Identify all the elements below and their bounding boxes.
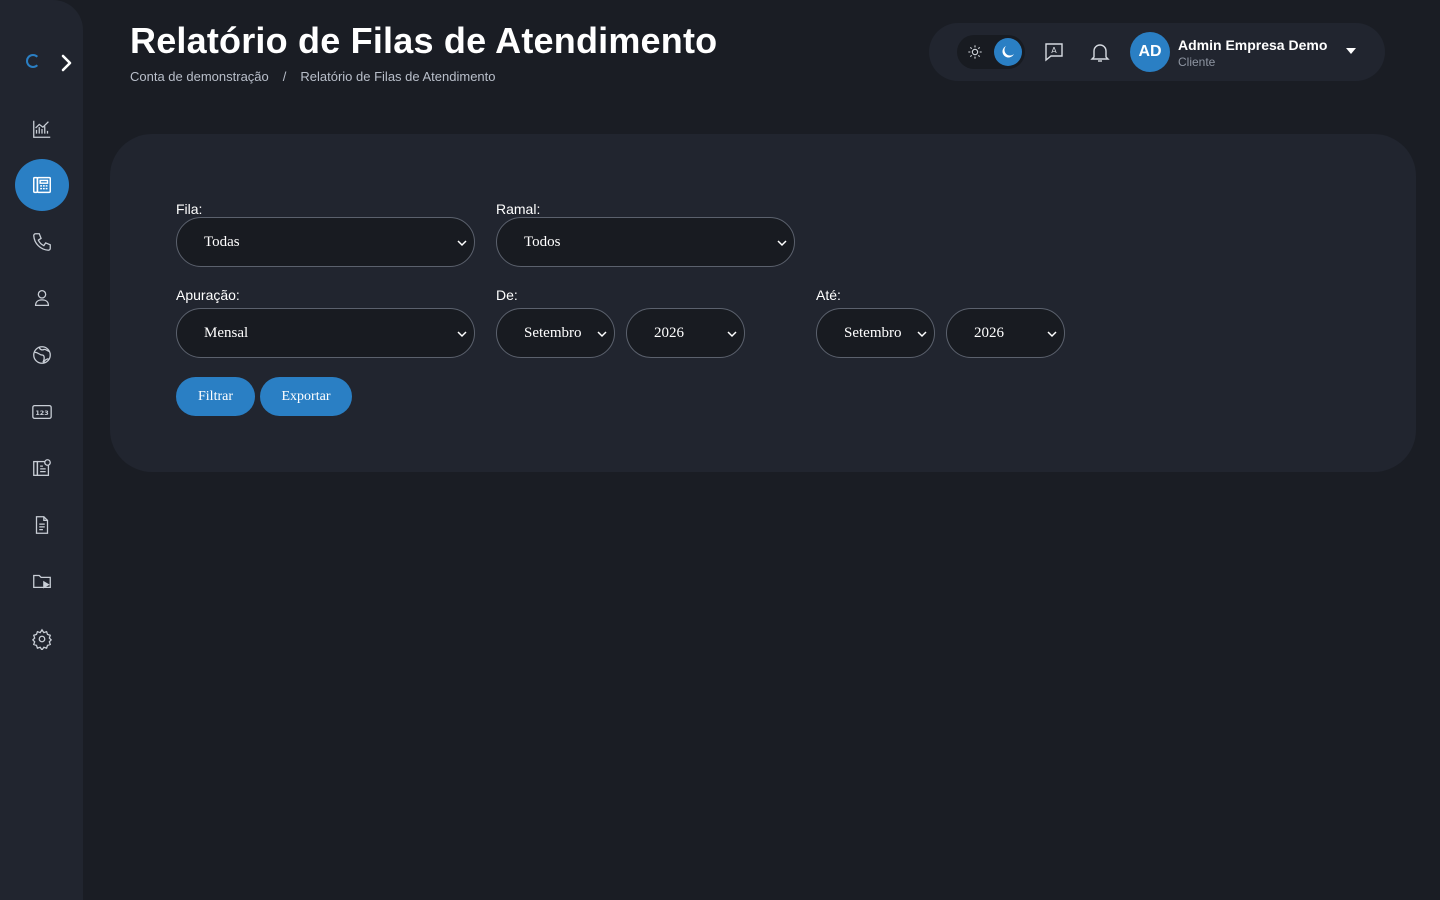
ate-month-value: Setembro	[844, 324, 902, 341]
apuracao-select[interactable]: Mensal	[176, 308, 475, 358]
theme-toggle[interactable]	[957, 35, 1025, 69]
breadcrumb-current: Relatório de Filas de Atendimento	[300, 69, 496, 84]
ramal-value: Todos	[524, 233, 561, 250]
sun-icon	[968, 45, 982, 59]
sidebar-item-users[interactable]	[15, 272, 69, 324]
sidebar-item-documents[interactable]	[15, 499, 69, 551]
user-menu-caret-icon[interactable]	[1346, 48, 1356, 54]
chevron-down-icon	[457, 331, 467, 338]
sidebar-item-numbers[interactable]: 123	[15, 386, 69, 438]
de-month-value: Setembro	[524, 324, 582, 341]
sidebar-item-recordings[interactable]	[15, 555, 69, 607]
chevron-down-icon	[777, 240, 787, 247]
chevron-down-icon	[597, 331, 607, 338]
gear-icon	[31, 628, 53, 650]
apuracao-label: Apuração:	[176, 287, 240, 303]
ate-year-value: 2026	[974, 324, 1004, 341]
chevron-down-icon	[727, 331, 737, 338]
de-year-value: 2026	[654, 324, 684, 341]
phone-icon	[33, 233, 51, 251]
fila-value: Todas	[204, 233, 240, 250]
page-title: Relatório de Filas de Atendimento	[130, 20, 718, 61]
chevron-down-icon	[457, 240, 467, 247]
filter-button[interactable]: Filtrar	[176, 377, 255, 416]
moon-icon	[1002, 46, 1014, 58]
svg-text:A: A	[1051, 46, 1057, 55]
globe-icon	[33, 346, 51, 364]
de-month-select[interactable]: Setembro	[496, 308, 615, 358]
filter-card: Fila: Todas Ramal: Todos Apuração: Mensa…	[110, 134, 1416, 472]
avatar[interactable]: AD	[1130, 32, 1170, 72]
ate-year-select[interactable]: 2026	[946, 308, 1065, 358]
logo-icon	[26, 54, 40, 68]
bell-icon[interactable]	[1088, 40, 1112, 64]
chevron-down-icon	[917, 331, 927, 338]
sidebar: 123	[0, 0, 83, 900]
user-icon	[34, 290, 50, 306]
ate-label: Até:	[816, 287, 841, 303]
expand-sidebar-icon[interactable]	[60, 54, 74, 72]
fila-select[interactable]: Todas	[176, 217, 475, 267]
folder-play-icon	[33, 574, 51, 589]
sidebar-item-calls[interactable]	[15, 216, 69, 268]
sidebar-item-settings[interactable]	[15, 613, 69, 665]
chat-icon[interactable]: A	[1042, 40, 1066, 64]
sidebar-item-settings-book[interactable]	[15, 442, 69, 494]
ate-month-select[interactable]: Setembro	[816, 308, 935, 358]
user-role: Cliente	[1178, 55, 1216, 69]
sidebar-item-dashboard[interactable]	[15, 103, 69, 155]
logo-row	[0, 46, 83, 82]
breadcrumb-separator: /	[282, 69, 287, 84]
fila-label: Fila:	[176, 201, 203, 217]
numbers-icon: 123	[32, 404, 52, 420]
chevron-down-icon	[1047, 331, 1057, 338]
light-mode-button[interactable]	[961, 38, 989, 66]
sidebar-item-reports[interactable]	[15, 159, 69, 211]
phonebook-icon	[33, 176, 51, 194]
sidebar-item-network[interactable]	[15, 329, 69, 381]
chart-icon	[33, 120, 51, 138]
svg-text:123: 123	[35, 409, 48, 417]
ramal-select[interactable]: Todos	[496, 217, 795, 267]
document-icon	[35, 516, 49, 534]
settings-book-icon	[33, 459, 51, 476]
breadcrumb-account[interactable]: Conta de demonstração	[130, 69, 269, 84]
export-button[interactable]: Exportar	[260, 377, 352, 416]
breadcrumb: Conta de demonstração / Relatório de Fil…	[130, 69, 496, 84]
dark-mode-button[interactable]	[994, 38, 1022, 66]
apuracao-value: Mensal	[204, 324, 249, 341]
ramal-label: Ramal:	[496, 201, 541, 217]
top-bar: A AD Admin Empresa Demo Cliente	[929, 23, 1385, 81]
de-year-select[interactable]: 2026	[626, 308, 745, 358]
de-label: De:	[496, 287, 518, 303]
user-name[interactable]: Admin Empresa Demo	[1178, 37, 1327, 53]
